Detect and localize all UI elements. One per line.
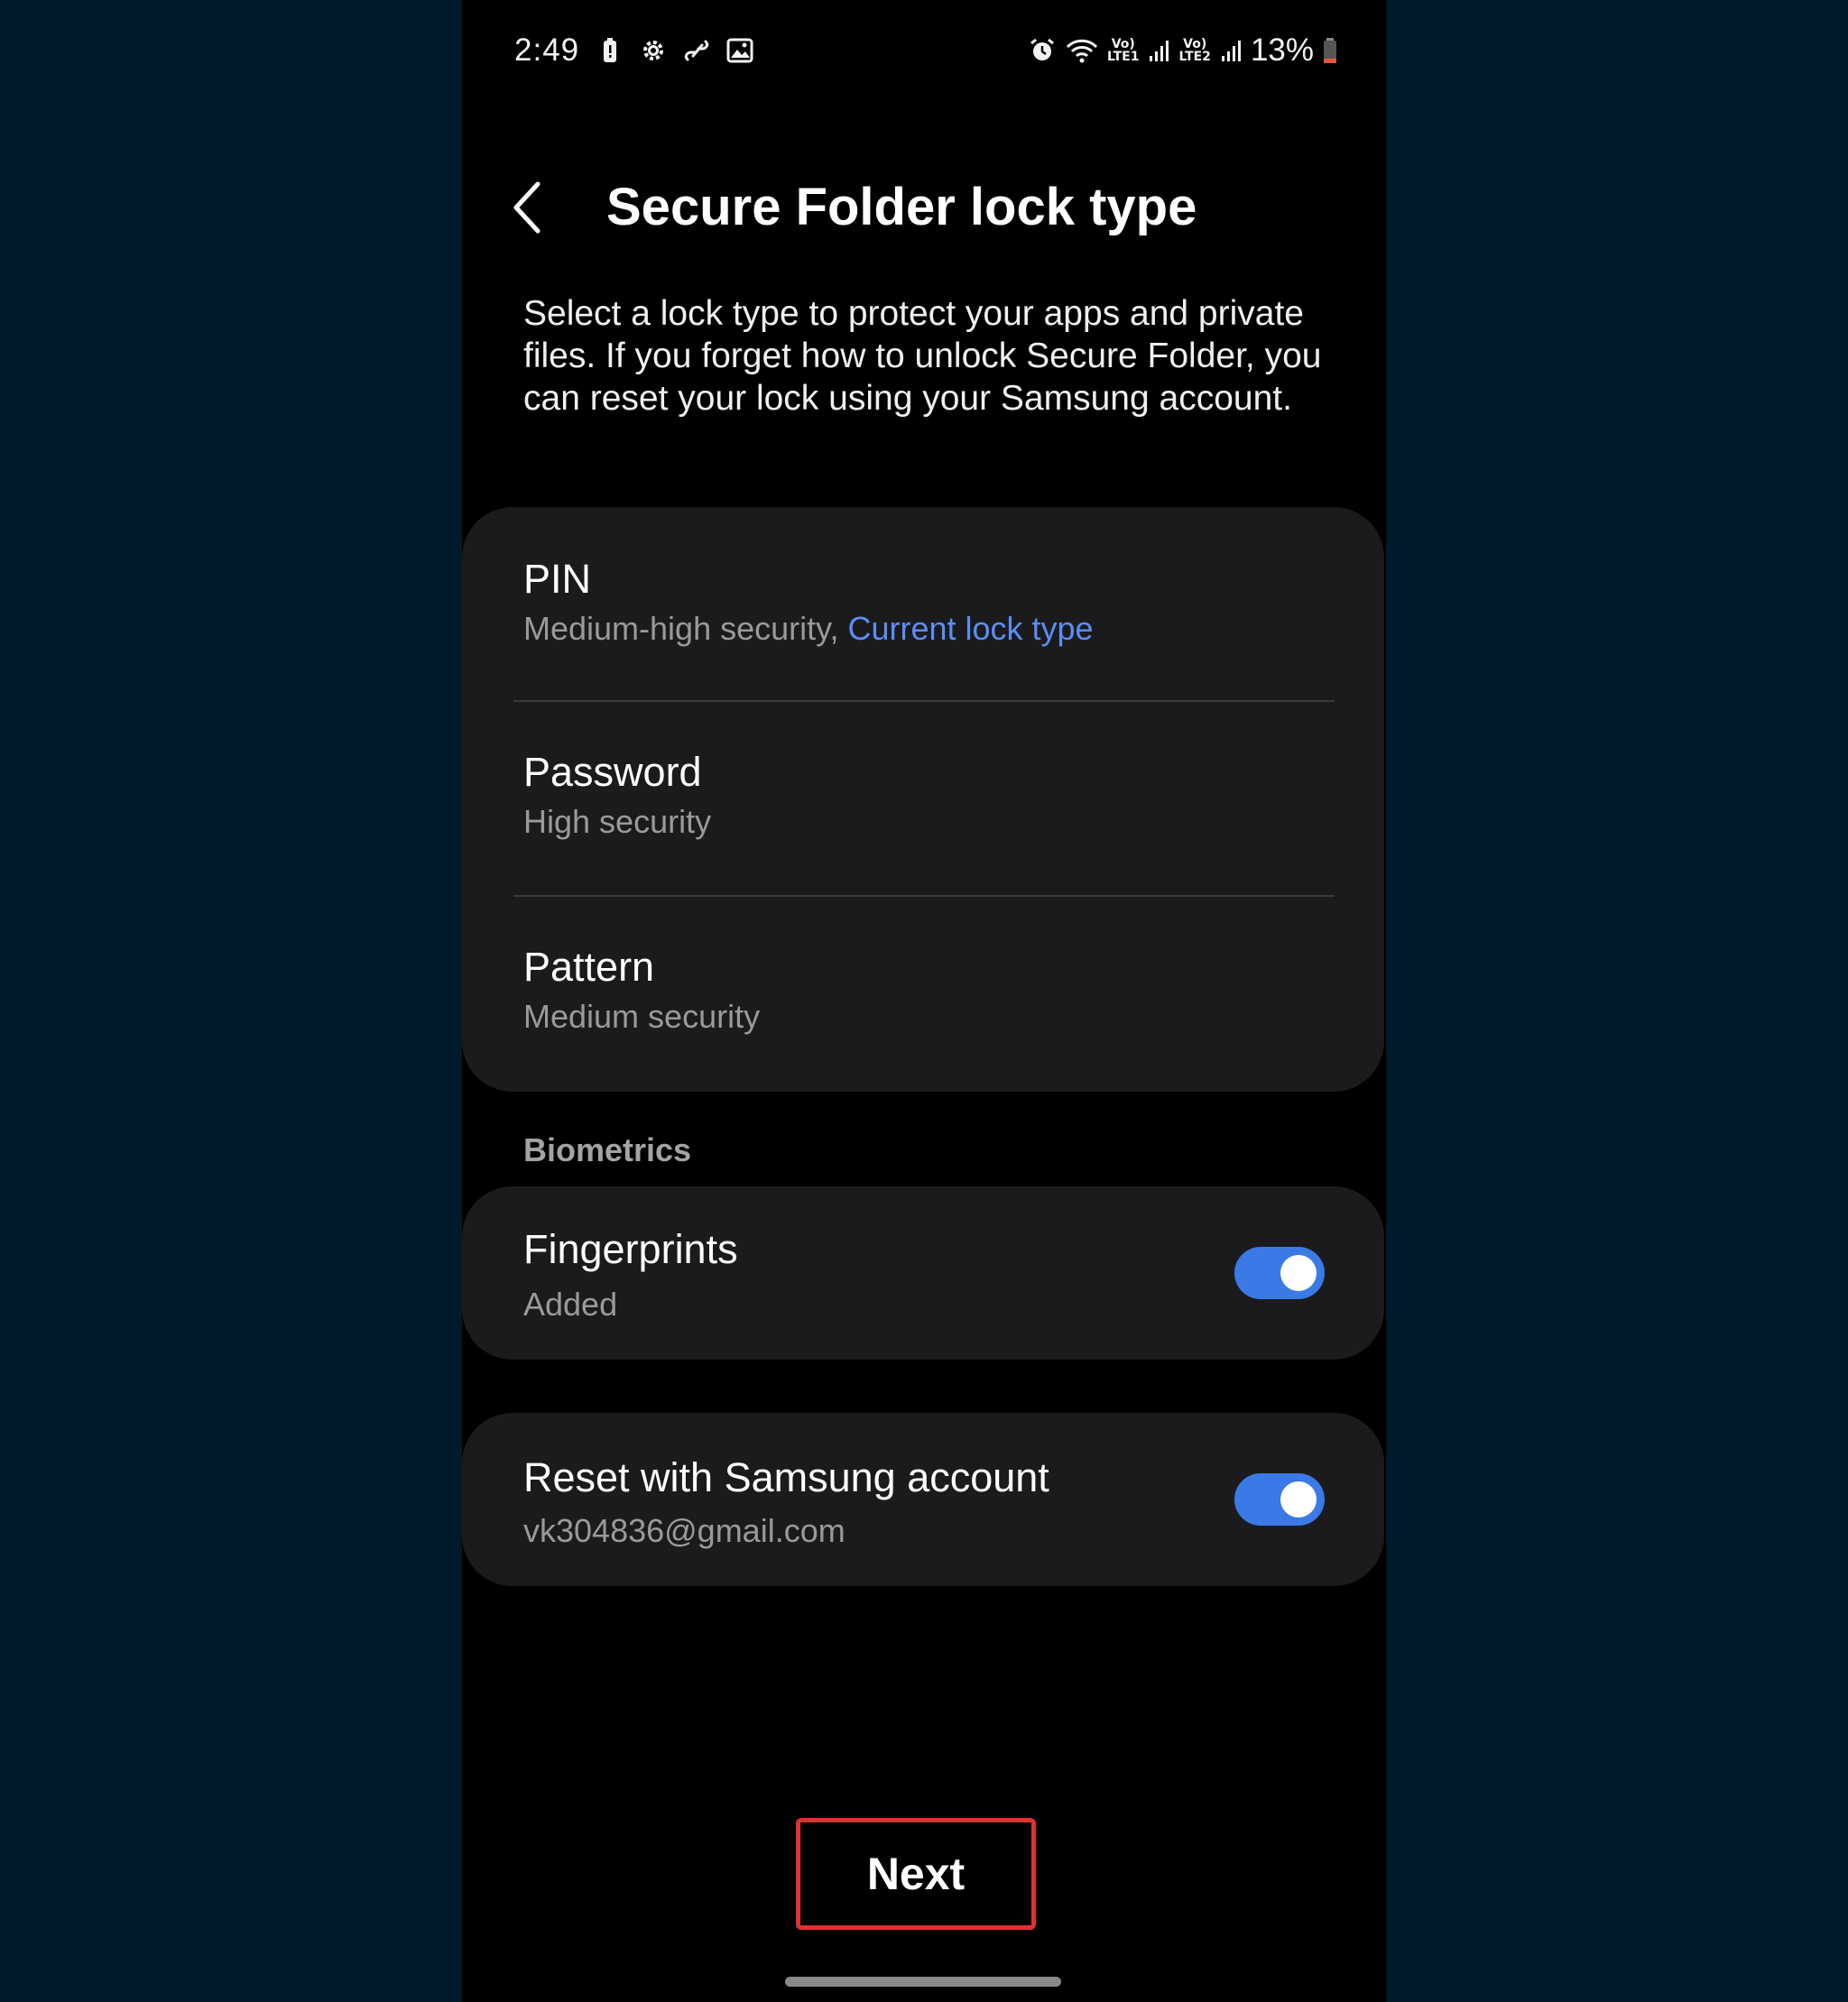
phone-screen: 2:49 Vo) LTE1 Vo) LTE2 13% Secure Folder… xyxy=(462,0,1386,2002)
lock-option-title: Password xyxy=(523,749,702,795)
settings-gear-icon xyxy=(643,41,663,60)
back-button[interactable] xyxy=(504,177,554,238)
battery-saver-icon xyxy=(604,38,616,62)
lock-option-subtitle: Medium security xyxy=(523,998,761,1035)
lock-option-title: PIN xyxy=(523,556,592,602)
status-bar: 2:49 Vo) LTE1 Vo) LTE2 13% xyxy=(462,0,1386,106)
fingerprints-card: Fingerprints Added xyxy=(462,1186,1384,1360)
signal-icon xyxy=(1221,41,1241,61)
biometrics-section-label: Biometrics xyxy=(523,1131,692,1168)
reset-title: Reset with Samsung account xyxy=(523,1454,1049,1500)
reset-card: Reset with Samsung account vk304836@gmai… xyxy=(462,1413,1384,1586)
gallery-icon xyxy=(726,38,753,63)
net1-label: Vo) LTE1 xyxy=(1107,37,1140,64)
status-time: 2:49 xyxy=(514,32,580,68)
signal-icon xyxy=(1150,41,1169,61)
fingerprints-toggle[interactable] xyxy=(1234,1247,1325,1299)
toggle-knob xyxy=(1280,1481,1317,1518)
battery-low-icon xyxy=(1324,38,1336,63)
lock-option-subtitle: High security xyxy=(523,803,712,840)
page-title: Secure Folder lock type xyxy=(606,178,1197,236)
link-icon xyxy=(684,40,709,61)
lock-type-list: PIN Medium-high security, Current lock t… xyxy=(462,507,1384,1092)
battery-percent: 13% xyxy=(1250,32,1314,68)
current-lock-type-label: Current lock type xyxy=(847,610,1094,647)
status-left-icons xyxy=(596,36,754,65)
lock-option-title: Pattern xyxy=(523,944,655,990)
fingerprints-title: Fingerprints xyxy=(523,1226,738,1272)
chevron-left-icon xyxy=(513,181,541,234)
lock-option-pattern[interactable]: Pattern Medium security xyxy=(462,897,1384,1092)
lock-option-subtitle: Medium-high security, Current lock type xyxy=(523,610,1094,647)
toggle-knob xyxy=(1280,1255,1317,1291)
fingerprints-subtitle: Added xyxy=(523,1286,618,1323)
reset-account-email: vk304836@gmail.com xyxy=(523,1512,845,1549)
reset-toggle[interactable] xyxy=(1234,1473,1325,1526)
lock-option-password[interactable]: Password High security xyxy=(462,702,1384,895)
wifi-icon xyxy=(1066,39,1098,63)
home-indicator[interactable] xyxy=(785,1977,1061,1987)
net2-label: Vo) LTE2 xyxy=(1178,37,1211,64)
alarm-icon xyxy=(1030,38,1054,60)
page-description: Select a lock type to protect your apps … xyxy=(523,294,1322,418)
next-button[interactable]: Next xyxy=(796,1818,1036,1930)
lock-option-pin[interactable]: PIN Medium-high security, Current lock t… xyxy=(462,507,1384,700)
status-right-icons: Vo) LTE1 Vo) LTE2 13% xyxy=(1028,32,1341,69)
